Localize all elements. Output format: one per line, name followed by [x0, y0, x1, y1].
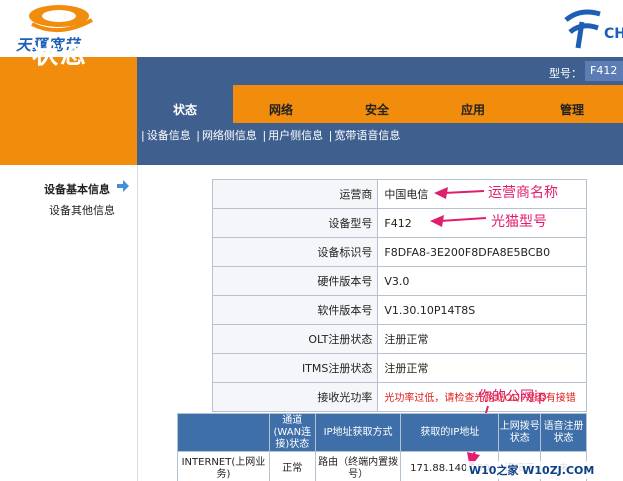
table-row: 软件版本号 V1.30.10P14T8S [211, 295, 587, 325]
tab-status[interactable]: 状态 [137, 85, 233, 123]
annotation-arrow-icon [434, 187, 485, 199]
info-key: 设备型号 [211, 208, 379, 238]
annotation-model: 光猫型号 [491, 214, 547, 230]
table-row: 硬件版本号 V3.0 [211, 266, 587, 296]
status-section-block [0, 57, 137, 165]
info-value: V1.30.10P14T8S [377, 295, 587, 325]
subnav-list: | 设备信息 | 网络侧信息 | 用户侧信息 | 宽带语音信息 [141, 129, 401, 142]
subnav-user-info[interactable]: 用户侧信息 [268, 129, 323, 142]
annotation-arrow-icon [430, 215, 487, 227]
section-title: 状态 [32, 40, 89, 70]
subnav-network-info[interactable]: 网络侧信息 [202, 129, 257, 142]
info-value: 注册正常 [377, 353, 587, 383]
site-watermark: W10之家 W10ZJ.COM [466, 461, 598, 479]
annotation-operator: 运营商名称 [488, 185, 558, 201]
wan-cell: 正常 [268, 451, 316, 481]
column-header [177, 413, 270, 452]
model-badge: F412 [585, 61, 623, 81]
table-row: ITMS注册状态 注册正常 [211, 353, 587, 383]
sidebar-item-basic-info[interactable]: 设备基本信息 [44, 181, 110, 197]
column-header: 获取的IP地址 [400, 413, 500, 452]
table-header-row: 通道(WAN连接)状态 IP地址获取方式 获取的IP地址 上网拨号状态 语音注册… [177, 413, 587, 452]
wan-cell: INTERNET(上网业务) [177, 451, 270, 481]
annotation-public-ip: 你的公网ip [478, 389, 547, 405]
subnav-device-info[interactable]: 设备信息 [147, 129, 191, 142]
wan-cell: 路由（终端内置拨号） [314, 451, 402, 481]
info-value: 注册正常 [377, 324, 587, 354]
column-header: IP地址获取方式 [314, 413, 402, 452]
column-header: 通道(WAN连接)状态 [268, 413, 316, 452]
column-header: 语音注册状态 [540, 413, 587, 452]
model-label: 型号： [549, 67, 582, 80]
subnav-voice-info[interactable]: 宽带语音信息 [334, 129, 400, 142]
info-key: 软件版本号 [211, 295, 379, 325]
info-key: 接收光功率 [211, 382, 379, 412]
table-row: OLT注册状态 注册正常 [211, 324, 587, 354]
brand-right-text: CH [604, 26, 623, 42]
top-header: 天翼宽带 CH [0, 0, 623, 57]
info-value: V3.0 [377, 266, 587, 296]
column-header: 上网拨号状态 [498, 413, 542, 452]
tab-security[interactable]: 安全 [329, 85, 425, 123]
info-key: 设备标识号 [211, 237, 379, 267]
tab-network[interactable]: 网络 [233, 85, 329, 123]
tab-management[interactable]: 管理 [521, 85, 623, 123]
info-value: F8DFA8-3E200F8DFA8E5BCB0 [377, 237, 587, 267]
sidebar-item-other-info[interactable]: 设备其他信息 [49, 202, 115, 218]
info-key: ITMS注册状态 [211, 353, 379, 383]
arrow-right-icon [117, 180, 129, 192]
tab-application[interactable]: 应用 [425, 85, 521, 123]
table-row: 设备标识号 F8DFA8-3E200F8DFA8E5BCB0 [211, 237, 587, 267]
info-key: OLT注册状态 [211, 324, 379, 354]
info-key: 运营商 [211, 179, 379, 209]
info-key: 硬件版本号 [211, 266, 379, 296]
